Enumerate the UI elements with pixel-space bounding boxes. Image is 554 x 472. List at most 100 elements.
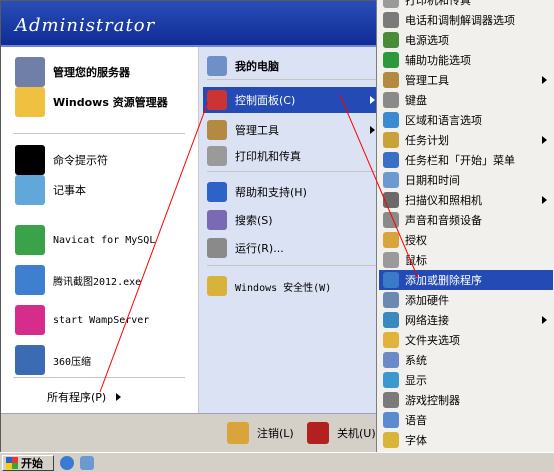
submenu-item-label: 管理工具 [405,74,449,87]
session-bar: 注销(L) 关机(U) [1,413,385,453]
submenu-item-label: 声音和音频设备 [405,214,482,227]
submenu-item[interactable]: 文件夹选项 [379,330,553,350]
shutdown-button[interactable]: 关机(U) [307,422,376,444]
system-link[interactable]: Windows 安全性(W) [203,273,381,299]
pinned-item-label: 360压缩 [53,356,92,368]
taskbar-icon [383,152,399,168]
submenu-item-label: 日期和时间 [405,174,460,187]
submenu-item-label: 添加硬件 [405,294,449,307]
chevron-right-icon [542,316,547,324]
chevron-right-icon [542,196,547,204]
submenu-item-label: 游戏控制器 [405,394,460,407]
clock-icon [383,172,399,188]
search-icon [207,210,227,230]
submenu-item-label: 电话和调制解调器选项 [405,14,515,27]
pinned-programs: 管理您的服务器 Windows 资源管理器 命令提示符 记事本 Navicat for … [1,47,199,413]
start-button[interactable]: 开始 [2,455,54,471]
system-link[interactable]: 帮助和支持(H) [203,179,381,205]
system-link[interactable]: 打印机和传真 [203,143,381,169]
lock-icon [207,276,227,296]
submenu-item[interactable]: 辅助功能选项 [379,50,553,70]
explorer-quicklaunch-icon[interactable] [80,456,94,470]
pinned-item[interactable]: 命令提示符 [15,145,108,175]
submenu-item[interactable]: 鼠标 [379,250,553,270]
pinned-item[interactable]: 记事本 [15,175,86,205]
pinned-item[interactable]: 管理您的服务器 [15,57,130,87]
navicat-icon [15,225,45,255]
submenu-item[interactable]: 网络连接 [379,310,553,330]
submenu-item[interactable]: 电话和调制解调器选项 [379,10,553,30]
cmd-icon [15,145,45,175]
speech-icon [383,412,399,428]
keyboard-icon [383,92,399,108]
submenu-item[interactable]: 键盘 [379,90,553,110]
submenu-item-label: 区域和语言选项 [405,114,482,127]
submenu-item-label: 打印机和传真 [405,0,471,7]
tasks-icon [383,132,399,148]
separator [207,171,377,172]
submenu-item[interactable]: 日期和时间 [379,170,553,190]
submenu-item[interactable]: 添加硬件 [379,290,553,310]
run-icon [207,238,227,258]
pinned-item[interactable]: 360压缩 [15,345,91,375]
gamepad-icon [383,392,399,408]
system-link[interactable]: 搜索(S) [203,207,381,233]
system-link[interactable]: 运行(R)... [203,235,381,261]
submenu-item[interactable]: 任务计划 [379,130,553,150]
submenu-item[interactable]: 授权 [379,230,553,250]
submenu-item[interactable]: 语音 [379,410,553,430]
submenu-item[interactable]: 系统 [379,350,553,370]
submenu-item[interactable]: 打印机和传真 [379,0,553,10]
submenu-item[interactable]: 管理工具 [379,70,553,90]
separator [207,265,377,266]
font-icon [383,432,399,448]
submenu-item[interactable]: 添加或删除程序 [379,270,553,290]
all-programs-button[interactable]: 所有程序(P) [47,389,122,405]
submenu-item[interactable]: 游戏控制器 [379,390,553,410]
separator [13,133,185,134]
wamp-icon [15,305,45,335]
pinned-item[interactable]: Windows 资源管理器 [15,87,168,117]
power-icon [307,422,329,444]
explorer-icon [15,87,45,117]
submenu-item[interactable]: 任务栏和「开始」菜单 [379,150,553,170]
submenu-item-label: 授权 [405,234,427,247]
separator [13,377,185,378]
submenu-item[interactable]: 区域和语言选项 [379,110,553,130]
license-icon [383,232,399,248]
logoff-button[interactable]: 注销(L) [227,422,294,444]
system-link[interactable]: 我的电脑 [203,53,381,79]
system-link-label: 运行(R)... [235,242,284,255]
submenu-item-label: 系统 [405,354,427,367]
help-icon [207,182,227,202]
system-link-label: 打印机和传真 [235,150,301,163]
submenu-item[interactable]: 显示 [379,370,553,390]
submenu-item[interactable]: 电源选项 [379,30,553,50]
submenu-item-label: 语音 [405,414,427,427]
submenu-item-label: 任务栏和「开始」菜单 [405,154,515,167]
pinned-item-label: start WampServer [53,314,150,326]
pinned-item[interactable]: 腾讯截图2012.exe [15,265,141,295]
ie-icon[interactable] [60,456,74,470]
add-remove-icon [383,272,399,288]
windows-logo-icon [6,457,18,469]
system-link[interactable]: 管理工具 [203,117,381,143]
admin-tools-icon [383,72,399,88]
submenu-item[interactable]: 字体 [379,430,553,450]
submenu-item[interactable]: 声音和音频设备 [379,210,553,230]
display-icon [383,372,399,388]
chevron-right-icon [370,96,375,104]
phone-icon [383,12,399,28]
system-link-label: Windows 安全性(W) [235,282,332,294]
scanner-icon [383,192,399,208]
control-panel-submenu: 打印机和传真电话和调制解调器选项电源选项 辅助功能选项管理工具键盘区域和语言选项任… [376,0,554,472]
chevron-right-icon [116,393,122,401]
pinned-item[interactable]: start WampServer [15,305,149,335]
hardware-icon [383,292,399,308]
user-banner: Administrator [1,1,385,47]
submenu-item[interactable]: 扫描仪和照相机 [379,190,553,210]
system-link[interactable]: 控制面板(C) [203,87,381,113]
pinned-item[interactable]: Navicat for MySQL [15,225,155,255]
folder-icon [383,332,399,348]
printer-icon [207,146,227,166]
